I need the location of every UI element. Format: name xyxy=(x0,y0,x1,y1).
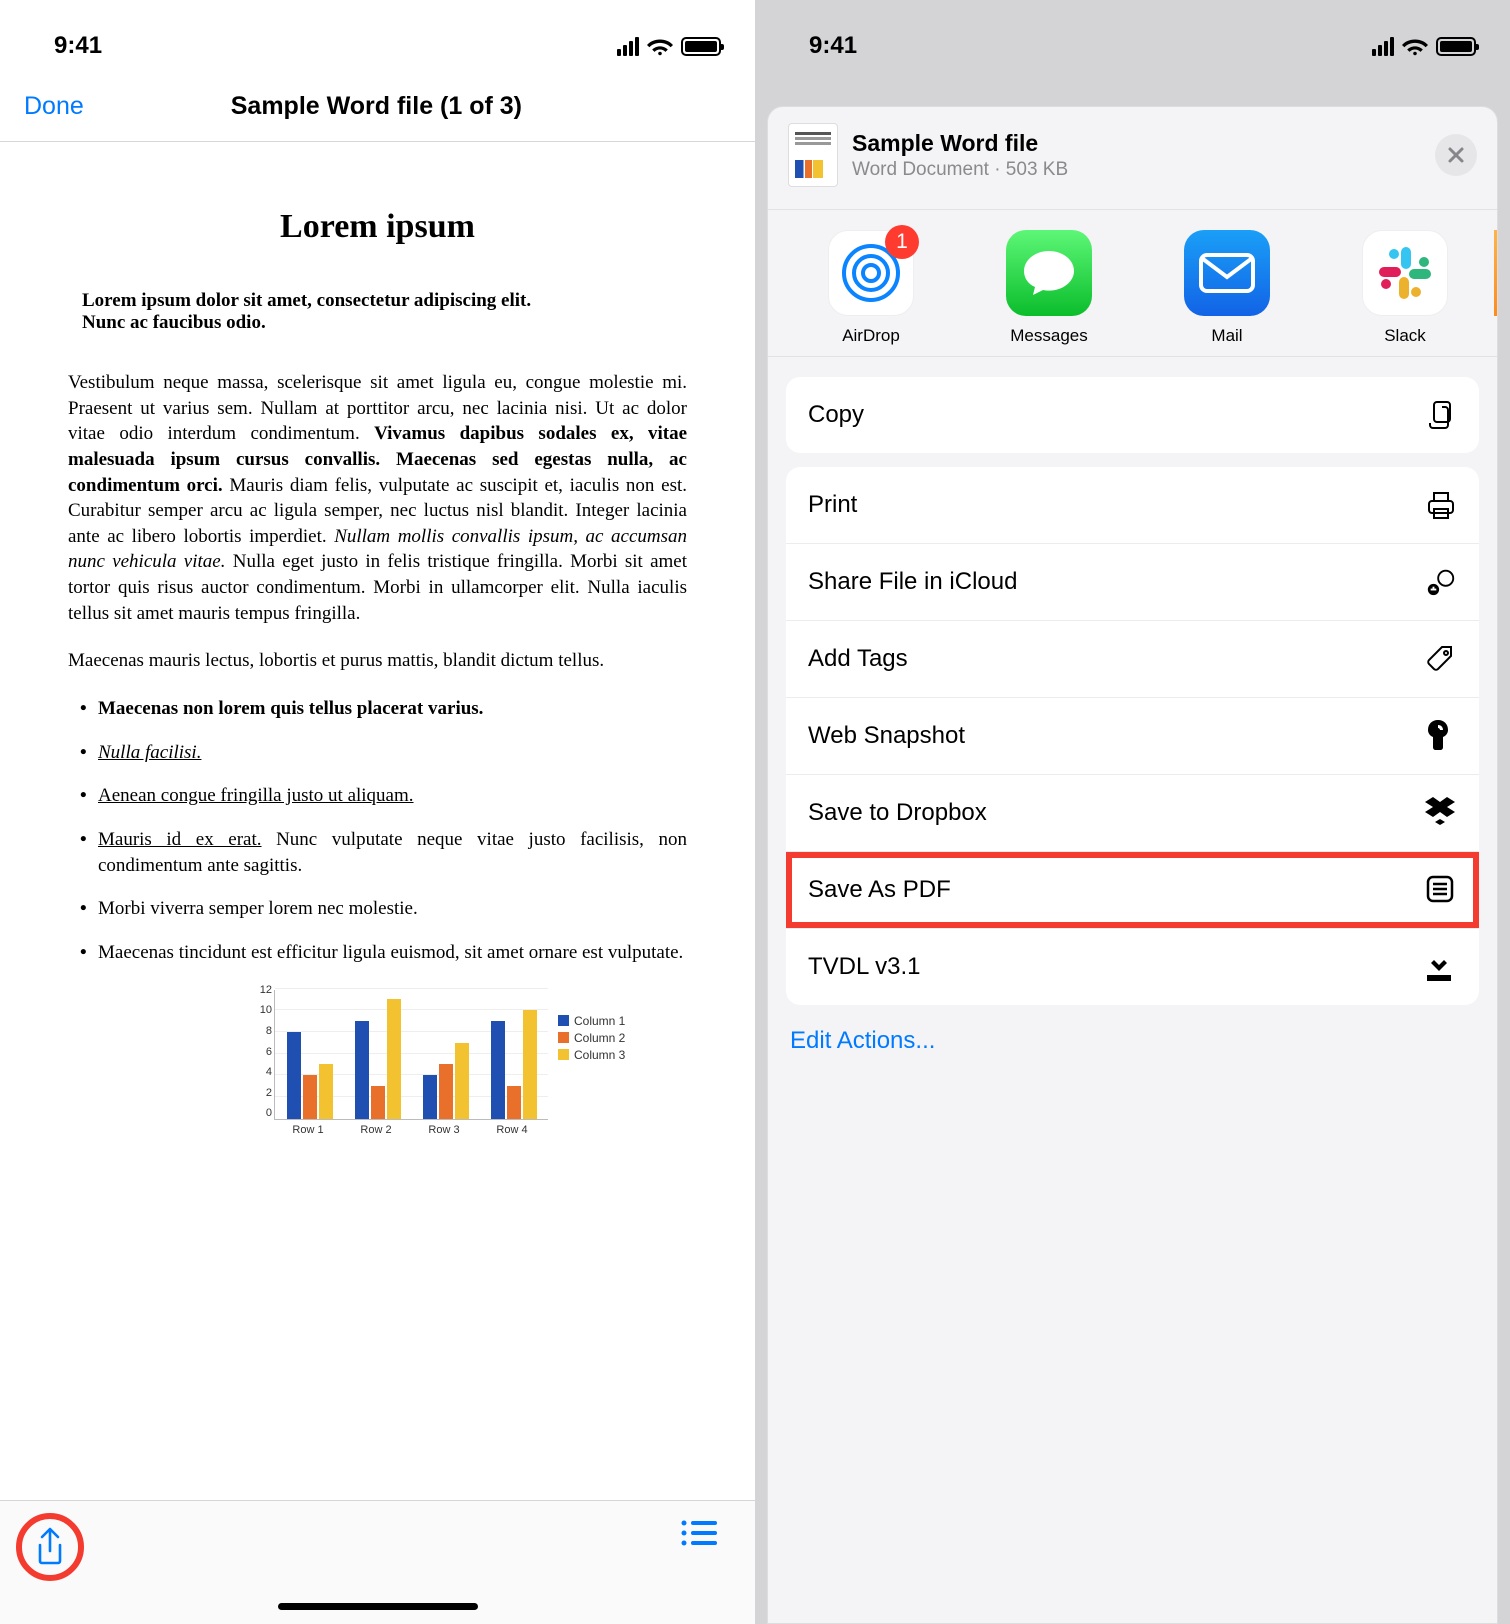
document-preview[interactable]: Lorem ipsum Lorem ipsum dolor sit amet, … xyxy=(0,142,755,1144)
battery-icon xyxy=(1436,37,1476,56)
cellular-icon xyxy=(1372,37,1394,56)
dropbox-icon xyxy=(1425,797,1457,829)
document-icon xyxy=(1425,874,1457,906)
file-thumbnail xyxy=(788,123,838,187)
close-button[interactable] xyxy=(1435,134,1477,176)
messages-app[interactable]: Messages xyxy=(960,230,1138,346)
list-item: Nulla facilisi. xyxy=(98,740,687,766)
share-sheet: Sample Word file Word Document · 503 KB … xyxy=(767,106,1498,1624)
doc-paragraph-1: Vestibulum neque massa, scelerisque sit … xyxy=(68,370,687,626)
airdrop-app[interactable]: 1 AirDrop xyxy=(782,230,960,346)
doc-intro: Lorem ipsum dolor sit amet, consectetur … xyxy=(82,290,687,334)
copy-label: Copy xyxy=(808,401,864,429)
document-title-header: Sample Word file (1 of 3) xyxy=(22,92,731,121)
share-icloud-action[interactable]: Share File in iCloud xyxy=(786,544,1479,621)
web-snapshot-icon xyxy=(1425,720,1457,752)
save-as-pdf-action[interactable]: Save As PDF xyxy=(786,852,1479,929)
battery-icon xyxy=(681,37,721,56)
print-label: Print xyxy=(808,491,857,519)
status-time: 9:41 xyxy=(809,32,857,60)
chart-x-axis: Row 1Row 2Row 3Row 4 xyxy=(274,1124,548,1144)
list-item: Maecenas tincidunt est efficitur ligula … xyxy=(98,940,687,966)
tvdl-action[interactable]: TVDL v3.1 xyxy=(786,929,1479,1005)
status-bar: 9:41 xyxy=(755,0,1510,74)
print-action[interactable]: Print xyxy=(786,467,1479,544)
list-item: Maecenas non lorem quis tellus placerat … xyxy=(98,696,687,722)
action-list-container: Copy Print Share File in iCloud Add Tags xyxy=(768,357,1497,1079)
add-tags-action[interactable]: Add Tags xyxy=(786,621,1479,698)
edit-actions-button[interactable]: Edit Actions... xyxy=(786,1019,1479,1063)
mail-label: Mail xyxy=(1211,326,1242,346)
share-sheet-header: Sample Word file Word Document · 503 KB xyxy=(768,107,1497,210)
wifi-icon xyxy=(1402,36,1428,56)
chart-y-axis: 121086420 xyxy=(248,984,272,1120)
mail-icon xyxy=(1184,230,1270,316)
add-tags-label: Add Tags xyxy=(808,645,908,673)
airdrop-label: AirDrop xyxy=(842,326,900,346)
airdrop-icon: 1 xyxy=(828,230,914,316)
web-snapshot-label: Web Snapshot xyxy=(808,722,965,750)
save-dropbox-label: Save to Dropbox xyxy=(808,799,987,827)
slack-app[interactable]: Slack xyxy=(1316,230,1494,346)
messages-icon xyxy=(1006,230,1092,316)
file-title: Sample Word file xyxy=(852,130,1068,157)
web-snapshot-action[interactable]: Web Snapshot xyxy=(786,698,1479,775)
share-app-row: 1 AirDrop Messages Mail Slack xyxy=(768,210,1497,357)
chart-plot xyxy=(274,990,548,1120)
list-item: Morbi viverra semper lorem nec molestie. xyxy=(98,896,687,922)
list-icon[interactable] xyxy=(681,1519,717,1547)
status-icons xyxy=(1372,36,1476,56)
right-phone-screen: 9:41 Sample Word file Word Document · 50… xyxy=(755,0,1510,1624)
tag-icon xyxy=(1425,643,1457,675)
share-icloud-label: Share File in iCloud xyxy=(808,568,1017,596)
doc-intro-line2: Nunc ac faucibus odio. xyxy=(82,312,266,333)
app-icon-peek xyxy=(1494,230,1497,316)
file-subtitle: Word Document · 503 KB xyxy=(852,159,1068,181)
chart-legend: Column 1Column 2Column 3 xyxy=(558,1014,625,1065)
doc-intro-line1: Lorem ipsum dolor sit amet, consectetur … xyxy=(82,290,531,311)
nav-header: Done Sample Word file (1 of 3) xyxy=(0,74,755,142)
cellular-icon xyxy=(617,37,639,56)
share-icon[interactable] xyxy=(34,1527,66,1567)
save-dropbox-action[interactable]: Save to Dropbox xyxy=(786,775,1479,852)
chart-figure: 121086420 Row 1Row 2Row 3Row 4 Column 1C… xyxy=(248,984,687,1144)
status-icons xyxy=(617,36,721,56)
save-as-pdf-label: Save As PDF xyxy=(808,876,951,904)
close-icon xyxy=(1447,146,1465,164)
download-icon xyxy=(1425,951,1457,983)
copy-action[interactable]: Copy xyxy=(786,377,1479,453)
tvdl-label: TVDL v3.1 xyxy=(808,953,921,981)
status-bar: 9:41 xyxy=(0,0,755,74)
left-phone-screen: 9:41 Done Sample Word file (1 of 3) Lore… xyxy=(0,0,755,1624)
status-time: 9:41 xyxy=(54,32,102,60)
share-button-highlight xyxy=(16,1513,84,1581)
slack-icon xyxy=(1362,230,1448,316)
airdrop-badge: 1 xyxy=(885,225,919,259)
doc-paragraph-2: Maecenas mauris lectus, lobortis et puru… xyxy=(68,648,687,674)
mail-app[interactable]: Mail xyxy=(1138,230,1316,346)
more-app-peek[interactable] xyxy=(1494,230,1497,346)
messages-label: Messages xyxy=(1010,326,1087,346)
doc-heading: Lorem ipsum xyxy=(68,208,687,246)
doc-bullet-list: Maecenas non lorem quis tellus placerat … xyxy=(68,696,687,965)
list-item: Mauris id ex erat. Nunc vulputate neque … xyxy=(98,827,687,878)
action-card: Copy xyxy=(786,377,1479,453)
copy-icon xyxy=(1425,399,1457,431)
list-item: Aenean congue fringilla justo ut aliquam… xyxy=(98,783,687,809)
slack-label: Slack xyxy=(1384,326,1426,346)
wifi-icon xyxy=(647,36,673,56)
action-card: Print Share File in iCloud Add Tags Web … xyxy=(786,467,1479,1005)
icloud-share-icon xyxy=(1425,566,1457,598)
file-info: Sample Word file Word Document · 503 KB xyxy=(852,130,1068,181)
printer-icon xyxy=(1425,489,1457,521)
home-indicator xyxy=(278,1603,478,1610)
